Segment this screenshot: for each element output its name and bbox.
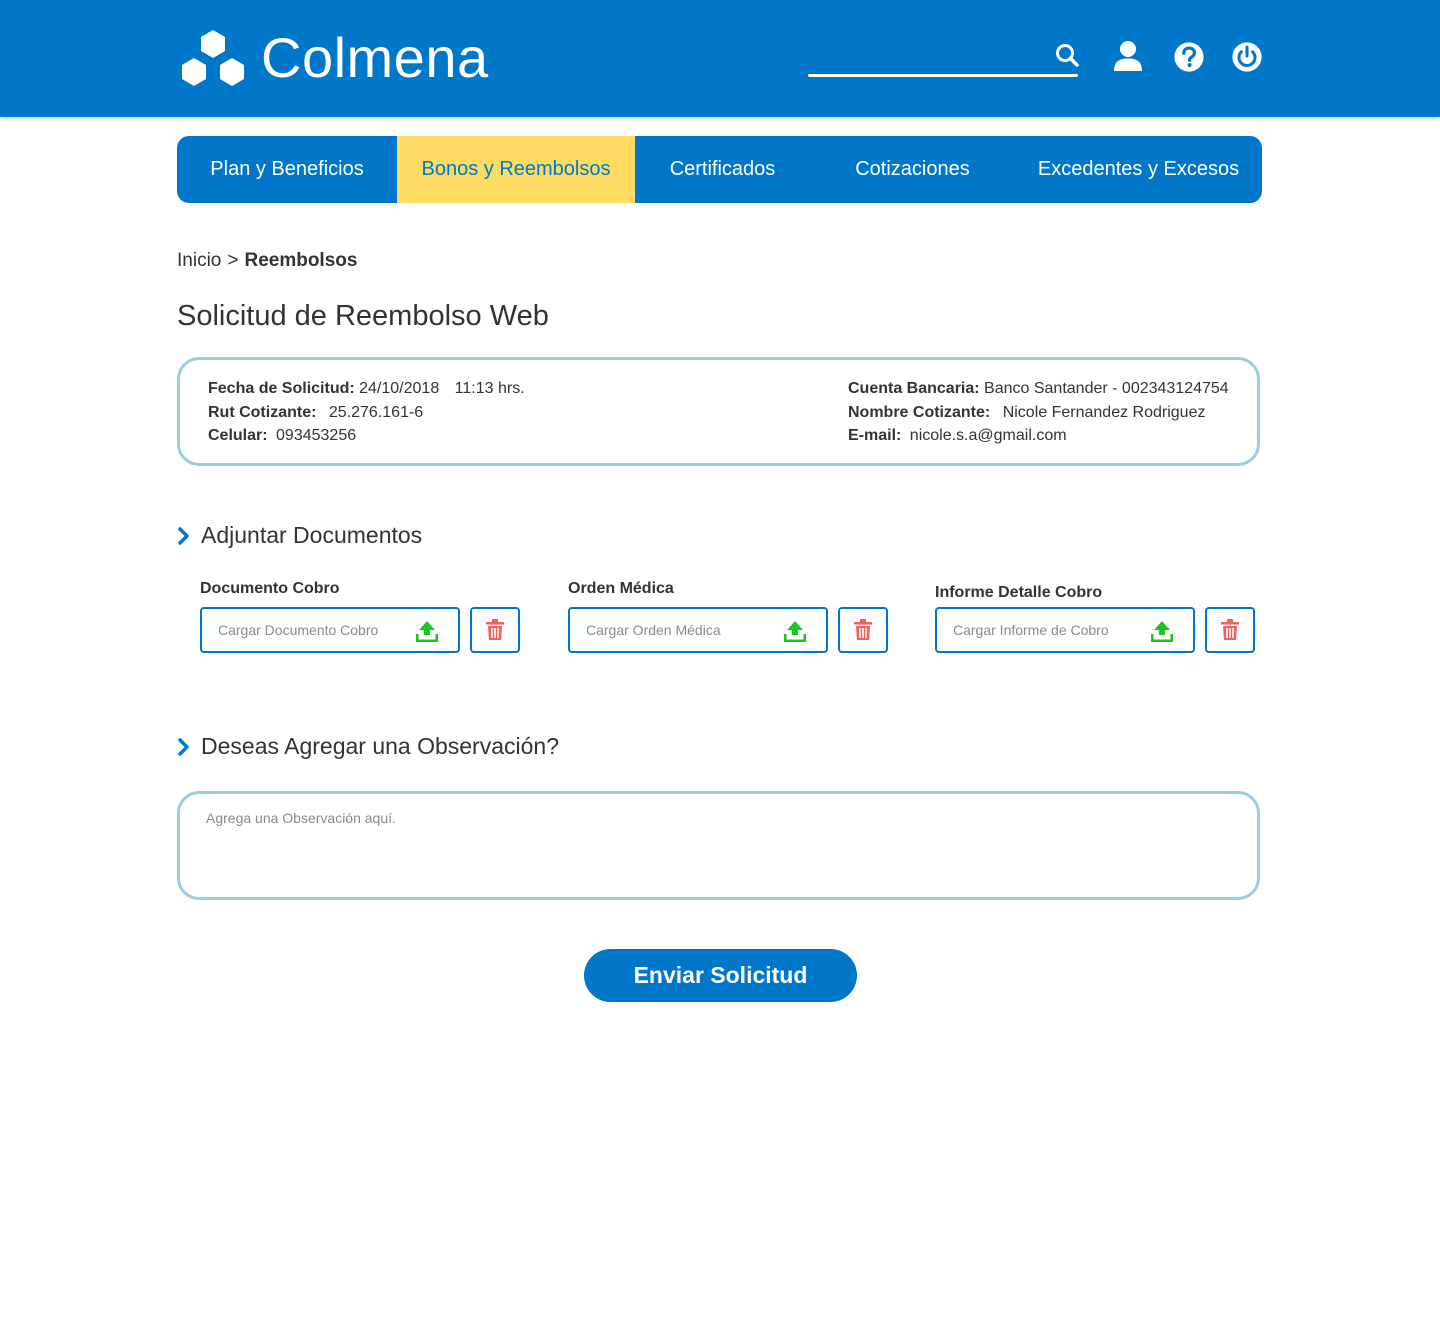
header-bar: Colmena bbox=[0, 0, 1440, 117]
tab-plan-y-beneficios[interactable]: Plan y Beneficios bbox=[177, 136, 397, 203]
trash-icon bbox=[1221, 619, 1239, 640]
upload-icon[interactable] bbox=[784, 620, 806, 642]
cuenta-label: Cuenta Bancaria: bbox=[848, 380, 980, 397]
informe-detalle-cobro-label: Informe Detalle Cobro bbox=[935, 584, 1103, 601]
orden-medica-delete-button[interactable] bbox=[838, 607, 888, 653]
breadcrumb: Inicio > Reembolsos bbox=[177, 250, 357, 272]
breadcrumb-separator: > bbox=[227, 250, 239, 271]
celular-label: Celular: bbox=[208, 427, 268, 444]
documento-cobro-label: Documento Cobro bbox=[200, 580, 340, 597]
documents-section-title[interactable]: Adjuntar Documentos bbox=[177, 522, 422, 549]
email-value: nicole.s.a@gmail.com bbox=[909, 427, 1067, 444]
upload-icon[interactable] bbox=[416, 620, 438, 642]
user-icon[interactable] bbox=[1112, 40, 1144, 74]
fecha-row: Fecha de Solicitud: 24/10/2018 11:13 hrs… bbox=[208, 377, 525, 401]
email-label: E-mail: bbox=[848, 427, 902, 444]
observation-section-title[interactable]: Deseas Agregar una Observación? bbox=[177, 733, 559, 760]
celular-value: 093453256 bbox=[276, 427, 357, 444]
informe-detalle-cobro-upload[interactable]: Cargar Informe de Cobro bbox=[935, 607, 1195, 653]
search-icon[interactable] bbox=[1054, 42, 1080, 68]
upload-icon[interactable] bbox=[1151, 620, 1173, 642]
upload-placeholder: Cargar Orden Médica bbox=[586, 622, 721, 638]
search-input[interactable] bbox=[808, 38, 1048, 72]
brand-logo[interactable]: Colmena bbox=[177, 28, 489, 88]
tab-excedentes-y-excesos[interactable]: Excedentes y Excesos bbox=[1015, 136, 1262, 203]
colmena-hex-icon bbox=[182, 30, 244, 86]
tab-bonos-y-reembolsos[interactable]: Bonos y Reembolsos bbox=[397, 136, 635, 203]
informe-detalle-cobro-delete-button[interactable] bbox=[1205, 607, 1255, 653]
documents-title-text: Adjuntar Documentos bbox=[201, 522, 423, 548]
celular-row: Celular: 093453256 bbox=[208, 424, 525, 448]
fecha-value: 24/10/2018 bbox=[359, 380, 440, 397]
orden-medica-upload[interactable]: Cargar Orden Médica bbox=[568, 607, 828, 653]
breadcrumb-current: Reembolsos bbox=[244, 250, 358, 271]
observation-textarea[interactable] bbox=[206, 810, 1226, 882]
breadcrumb-home[interactable]: Inicio bbox=[177, 250, 221, 271]
hora-value: 11:13 hrs. bbox=[454, 380, 525, 397]
power-icon[interactable] bbox=[1231, 40, 1263, 74]
nombre-label: Nombre Cotizante: bbox=[848, 403, 991, 421]
observation-field[interactable] bbox=[177, 791, 1260, 900]
nombre-value: Nicole Fernandez Rodriguez bbox=[1002, 403, 1206, 421]
upload-placeholder: Cargar Informe de Cobro bbox=[953, 622, 1109, 638]
info-left-column: Fecha de Solicitud: 24/10/2018 11:13 hrs… bbox=[208, 377, 525, 448]
search-underline bbox=[808, 74, 1078, 77]
search-field[interactable] bbox=[808, 38, 1078, 78]
tab-cotizaciones[interactable]: Cotizaciones bbox=[810, 136, 1015, 203]
upload-placeholder: Cargar Documento Cobro bbox=[218, 622, 379, 638]
help-icon[interactable] bbox=[1173, 40, 1205, 74]
trash-icon bbox=[486, 619, 504, 640]
orden-medica-label: Orden Médica bbox=[568, 580, 674, 597]
documento-cobro-upload[interactable]: Cargar Documento Cobro bbox=[200, 607, 460, 653]
documento-cobro-delete-button[interactable] bbox=[470, 607, 520, 653]
cuenta-value: Banco Santander - 002343124754 bbox=[984, 380, 1229, 397]
cuenta-row: Cuenta Bancaria: Banco Santander - 00234… bbox=[848, 377, 1229, 401]
chevron-right-icon bbox=[178, 526, 189, 545]
rut-value: 25.276.161-6 bbox=[328, 403, 424, 421]
enviar-solicitud-button[interactable]: Enviar Solicitud bbox=[584, 949, 857, 1002]
brand-name: Colmena bbox=[261, 26, 489, 89]
rut-row: Rut Cotizante: 25.276.161-6 bbox=[208, 401, 525, 425]
observation-title-text: Deseas Agregar una Observación? bbox=[201, 733, 559, 759]
main-nav: Plan y Beneficios Bonos y Reembolsos Cer… bbox=[177, 136, 1262, 203]
tab-certificados[interactable]: Certificados bbox=[635, 136, 810, 203]
request-info-card: Fecha de Solicitud: 24/10/2018 11:13 hrs… bbox=[177, 357, 1260, 466]
rut-label: Rut Cotizante: bbox=[208, 403, 317, 421]
fecha-label: Fecha de Solicitud: bbox=[208, 380, 355, 397]
trash-icon bbox=[854, 619, 872, 640]
nombre-row: Nombre Cotizante: Nicole Fernandez Rodri… bbox=[848, 401, 1229, 425]
email-row: E-mail: nicole.s.a@gmail.com bbox=[848, 424, 1229, 448]
info-right-column: Cuenta Bancaria: Banco Santander - 00234… bbox=[848, 377, 1229, 448]
page-title: Solicitud de Reembolso Web bbox=[177, 300, 549, 332]
chevron-right-icon bbox=[178, 737, 189, 756]
